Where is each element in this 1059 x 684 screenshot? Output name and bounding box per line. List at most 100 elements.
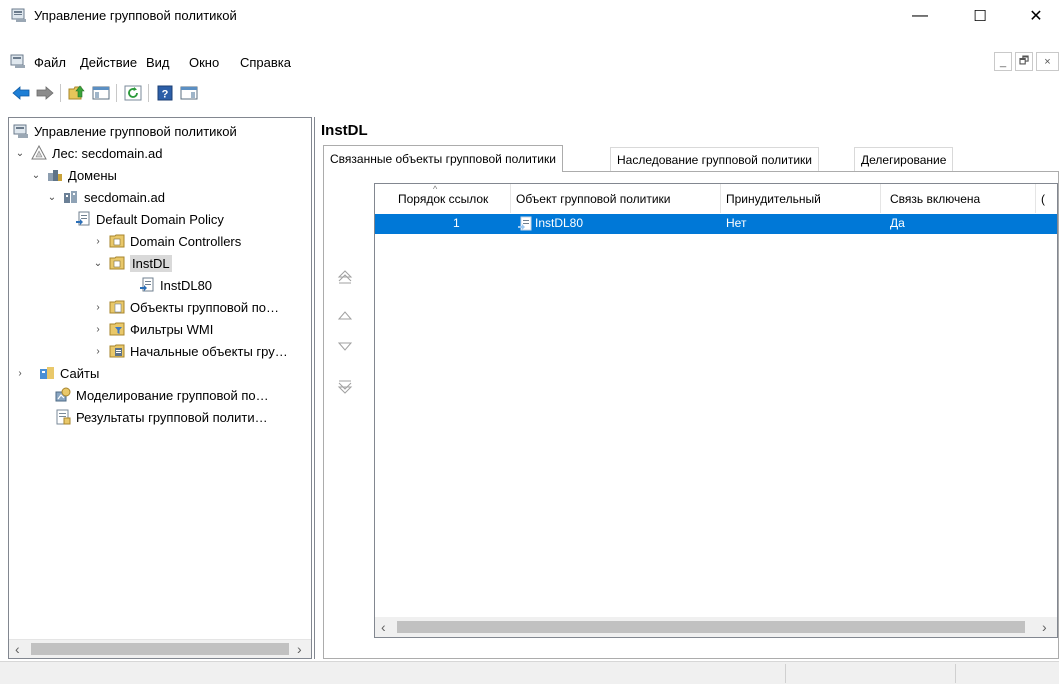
domain-icon [63, 189, 79, 205]
mdi-minimize-button[interactable]: _ [994, 52, 1012, 71]
modeling-icon [55, 387, 71, 403]
expanded-chevron-icon[interactable]: ⌄ [29, 170, 43, 181]
status-divider [955, 664, 956, 683]
expanded-chevron-icon[interactable]: ⌄ [91, 258, 105, 269]
tree-item-label: Фильтры WMI [130, 321, 214, 337]
column-header-more[interactable]: ( [1036, 184, 1057, 213]
gpm-console-icon [13, 123, 29, 139]
expanded-chevron-icon[interactable]: ⌄ [13, 148, 27, 159]
collapsed-chevron-icon[interactable]: › [91, 236, 105, 247]
tree-item-gp-modeling[interactable]: Моделирование групповой по… [55, 384, 269, 406]
tab-gp-inheritance[interactable]: Наследование групповой политики [610, 147, 819, 172]
move-down-icon [337, 341, 353, 356]
scroll-thumb[interactable] [31, 643, 289, 655]
tree-item-domains[interactable]: ⌄ Домены [29, 164, 117, 186]
tree-item-gpo-container[interactable]: › Объекты групповой по… [91, 296, 279, 318]
title-bar: Управление групповой политикой — ☐ ✕ [0, 0, 1059, 31]
mdi-system-icon[interactable] [10, 54, 26, 72]
ou-icon [109, 233, 125, 249]
menu-window[interactable]: Окно [189, 55, 219, 70]
show-hide-tree-button[interactable] [90, 83, 112, 105]
tree-item-domain-controllers[interactable]: › Domain Controllers [91, 230, 241, 252]
tree-item-gpm-root[interactable]: Управление групповой политикой [13, 120, 237, 142]
table-row[interactable]: 1 InstDL80 Нет Да [375, 214, 1057, 234]
forward-icon [36, 85, 54, 103]
tree-item-label: InstDL80 [160, 277, 213, 293]
tree-horizontal-scrollbar[interactable]: ‹ › [9, 639, 311, 658]
tree-item-starter-gpos[interactable]: › Начальные объекты гру… [91, 340, 288, 362]
move-to-top-icon [337, 269, 353, 288]
scroll-left-arrow-icon[interactable]: ‹ [381, 619, 386, 635]
help-icon: ? [156, 85, 174, 104]
cell-link-order: 1 [453, 216, 460, 230]
scroll-right-arrow-icon[interactable]: › [1042, 619, 1047, 635]
forest-icon [31, 144, 47, 161]
tree-item-label: Начальные объекты гру… [130, 343, 288, 359]
tree-item-gp-results[interactable]: Результаты групповой полити… [55, 406, 268, 428]
collapsed-chevron-icon[interactable]: › [91, 324, 105, 335]
svg-text:?: ? [162, 88, 169, 100]
back-button[interactable] [10, 83, 32, 105]
tree-item-secdomain[interactable]: ⌄ secdomain.ad [45, 186, 165, 208]
scroll-left-arrow-icon[interactable]: ‹ [15, 641, 20, 657]
tab-linked-gpos[interactable]: Связанные объекты групповой политики [323, 145, 563, 172]
cell-enforced: Нет [726, 216, 747, 230]
scroll-thumb[interactable] [397, 621, 1025, 633]
back-icon [12, 85, 30, 103]
toolbar-separator [60, 84, 61, 102]
tab-delegation[interactable]: Делегирование [854, 147, 954, 172]
mdi-restore-button[interactable]: 🗗 [1015, 52, 1033, 71]
tree-item-label: InstDL [130, 254, 172, 272]
expanded-chevron-icon[interactable]: ⌄ [45, 192, 59, 203]
linked-gpo-list[interactable]: ^ Порядок ссылок Объект групповой полити… [374, 183, 1058, 638]
ou-icon [109, 255, 125, 271]
column-header-link-order[interactable]: Порядок ссылок [375, 184, 511, 213]
column-header-link-enabled[interactable]: Связь включена [881, 184, 1036, 213]
column-header-enforced[interactable]: Принудительный [721, 184, 881, 213]
refresh-button[interactable] [122, 83, 144, 105]
up-folder-button[interactable] [66, 83, 88, 105]
move-up-button[interactable] [335, 306, 355, 326]
forward-button[interactable] [34, 83, 56, 105]
scroll-right-arrow-icon[interactable]: › [297, 641, 302, 657]
maximize-button[interactable]: ☐ [957, 0, 1003, 31]
details-pane: InstDL Связанные объекты групповой полит… [314, 117, 1059, 659]
close-button[interactable]: ✕ [1013, 0, 1059, 31]
tree-item-wmi-filters[interactable]: › Фильтры WMI [91, 318, 213, 340]
refresh-icon [124, 85, 142, 104]
menu-help[interactable]: Справка [240, 55, 291, 70]
tree-item-sites[interactable]: › Сайты [13, 362, 99, 384]
tree-item-label: Результаты групповой полити… [76, 409, 268, 425]
move-down-button[interactable] [335, 338, 355, 358]
menu-file[interactable]: Файл [34, 55, 66, 70]
tree-item-label: Управление групповой политикой [34, 123, 237, 139]
starter-gpo-icon [109, 343, 125, 359]
mdi-close-button[interactable]: × [1036, 52, 1059, 71]
tree-item-label: Лес: secdomain.ad [52, 145, 163, 161]
tree-item-label: Домены [68, 167, 117, 183]
console-tree[interactable]: Управление групповой политикой ⌄ Лес: se… [8, 117, 312, 659]
collapsed-chevron-icon[interactable]: › [13, 368, 27, 379]
move-to-top-button[interactable] [335, 268, 355, 288]
sites-icon [39, 365, 55, 381]
tree-item-label: Моделирование групповой по… [76, 387, 269, 403]
tree-item-default-domain-policy[interactable]: Default Domain Policy [75, 208, 224, 230]
list-horizontal-scrollbar[interactable]: ‹ › [375, 617, 1057, 637]
menu-action[interactable]: Действие [80, 55, 137, 70]
gpo-link-icon [75, 211, 91, 227]
minimize-button[interactable]: — [897, 0, 943, 31]
collapsed-chevron-icon[interactable]: › [91, 346, 105, 357]
menu-view[interactable]: Вид [146, 55, 170, 70]
column-header-gpo[interactable]: Объект групповой политики [511, 184, 721, 213]
tree-item-instdl80[interactable]: InstDL80 [139, 274, 212, 296]
tree-item-forest[interactable]: ⌄ Лес: secdomain.ad [13, 142, 162, 164]
tab-panel-linked-gpos: ^ Порядок ссылок Объект групповой полити… [323, 171, 1059, 659]
move-to-bottom-icon [337, 379, 353, 398]
help-button[interactable]: ? [154, 83, 176, 105]
tree-item-instdl[interactable]: ⌄ InstDL [91, 252, 172, 274]
show-hide-tree-icon [92, 85, 110, 104]
details-title: InstDL [321, 122, 368, 139]
properties-button[interactable] [178, 83, 200, 105]
move-to-bottom-button[interactable] [335, 378, 355, 398]
collapsed-chevron-icon[interactable]: › [91, 302, 105, 313]
